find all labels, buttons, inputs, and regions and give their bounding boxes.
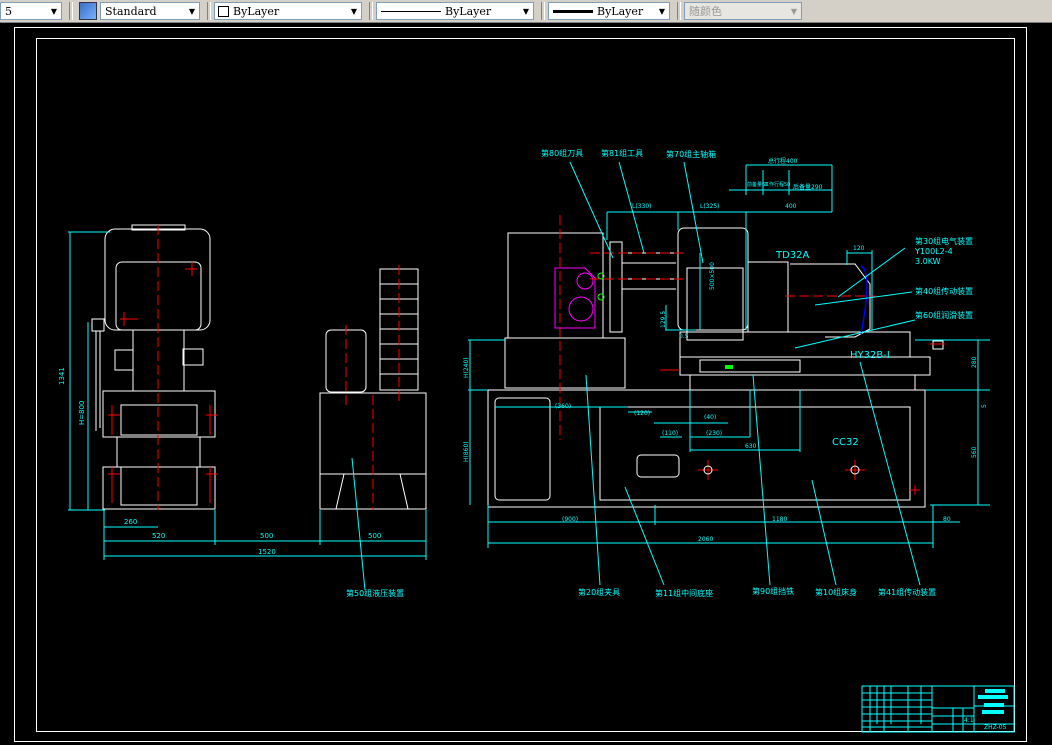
chevron-down-icon: ▼: [50, 6, 58, 16]
color-dropdown[interactable]: ByLayer ▼: [214, 2, 362, 20]
dim-860: H(860): [463, 441, 470, 462]
lineweight-dropdown[interactable]: ByLayer ▼: [548, 2, 670, 20]
drawing-canvas[interactable]: 1341 H=800 260 520 500 500 1520 第50组液压装置: [0, 23, 1052, 745]
lineweight-value: ByLayer: [597, 4, 644, 18]
toolbar-separator: [69, 2, 73, 20]
main-view-marks: [660, 343, 945, 495]
dim-5: 5: [981, 404, 988, 408]
label-motor-power: 3.0KW: [915, 257, 941, 266]
label-drive: 第40组传动装置: [915, 286, 973, 296]
linetype-value: ByLayer: [445, 4, 492, 18]
layer-value: 5: [5, 4, 12, 18]
color-value: ByLayer: [233, 4, 280, 18]
layer-dropdown[interactable]: 5 ▼: [0, 2, 62, 20]
text-style-icon[interactable]: [79, 2, 97, 20]
toolbar-separator: [207, 2, 211, 20]
dim-1341: 1341: [58, 367, 66, 385]
dim-500: 500: [260, 532, 273, 540]
label-mid-base: 第11组中间底座: [655, 588, 713, 598]
dim-360: (360): [555, 403, 571, 410]
label-drive2: 第41组传动装置: [878, 587, 936, 597]
toolbar-separator: [677, 2, 681, 20]
dim-240: H(240): [463, 357, 470, 378]
text-style-dropdown[interactable]: Standard ▼: [100, 2, 200, 20]
dim-900: (900): [562, 516, 578, 523]
chevron-down-icon: ▼: [350, 6, 358, 16]
dim-400: 400: [785, 203, 797, 210]
dim-1180: 1180: [772, 516, 787, 523]
label-headstock: 第70组主轴箱: [666, 149, 716, 159]
label-motor-model: Y100L2-4: [914, 247, 953, 256]
linetype-dropdown[interactable]: ByLayer ▼: [376, 2, 534, 20]
label-electrical: 第30组电气装置: [915, 236, 973, 246]
lineweight-sample-icon: [553, 9, 593, 13]
chevron-down-icon: ▼: [188, 6, 196, 16]
toolbar-separator: [541, 2, 545, 20]
dim-back: 后备量290: [793, 183, 823, 191]
dim-330: L(330): [632, 203, 651, 210]
dim-2060: 2060: [698, 536, 713, 543]
side-view: [91, 224, 427, 510]
green-marker: [725, 365, 733, 369]
label-stop: 第90组挡铁: [752, 586, 794, 596]
plot-style-dropdown[interactable]: 随颜色 ▼: [684, 2, 802, 20]
dim-h800: H=800: [78, 401, 86, 426]
dim-120: 120: [853, 245, 865, 252]
dim-work: 工作行程50: [764, 181, 790, 188]
dim-500x500: 500×500: [709, 262, 716, 290]
dim-80: 80: [943, 516, 951, 523]
dim-129: 129.5: [660, 311, 667, 328]
dim-120b: (120): [634, 410, 650, 417]
text-style-value: Standard: [105, 4, 157, 18]
color-swatch-icon: [218, 5, 229, 17]
chevron-down-icon: ▼: [522, 6, 530, 16]
dim-500-right: 500: [368, 532, 381, 540]
label-tooling: 第81组工具: [601, 148, 643, 158]
gearbox: [554, 267, 596, 329]
dim-560: 560: [971, 446, 978, 458]
chevron-down-icon: ▼: [790, 6, 798, 16]
label-fixture: 第20组夹具: [578, 587, 620, 597]
toolbar-separator: [369, 2, 373, 20]
dim-325: L(325): [700, 203, 719, 210]
chevron-down-icon: ▼: [658, 6, 666, 16]
plot-style-value: 随颜色: [689, 5, 722, 18]
dim-260: 260: [124, 518, 137, 526]
dim-280: 280: [971, 356, 978, 368]
drawing-number: ZHZ-05: [984, 724, 1007, 731]
dim-1520: 1520: [258, 548, 276, 556]
title-scale: 4:1: [964, 717, 974, 724]
dim-40: (40): [704, 414, 716, 421]
dim-110: (110): [662, 430, 678, 437]
inner-frame: [36, 38, 1015, 732]
label-bed: 第10组床身: [815, 587, 857, 597]
dim-0-5: 0.5: [679, 333, 689, 340]
dim-630: 630: [745, 443, 757, 450]
dim-520: 520: [152, 532, 165, 540]
linetype-sample-icon: [381, 10, 441, 12]
dim-total-stroke: 总行程400: [768, 157, 798, 165]
label-hy32b: HY32B-I: [850, 350, 890, 361]
label-hydraulic: 第50组液压装置: [346, 588, 404, 598]
label-cc32: CC32: [832, 437, 859, 448]
properties-toolbar: 5 ▼ Standard ▼ ByLayer ▼ ByLayer ▼ ByLayer ▼ …: [0, 0, 1052, 23]
label-td32a: TD32A: [775, 250, 810, 261]
dim-230: (230): [706, 430, 722, 437]
main-view-centerlines: [559, 215, 875, 440]
label-lube: 第60组润滑装置: [915, 310, 973, 320]
outer-frame: [14, 27, 1027, 742]
label-tool: 第80组刀具: [541, 148, 583, 158]
title-block-bars: [978, 689, 1008, 714]
